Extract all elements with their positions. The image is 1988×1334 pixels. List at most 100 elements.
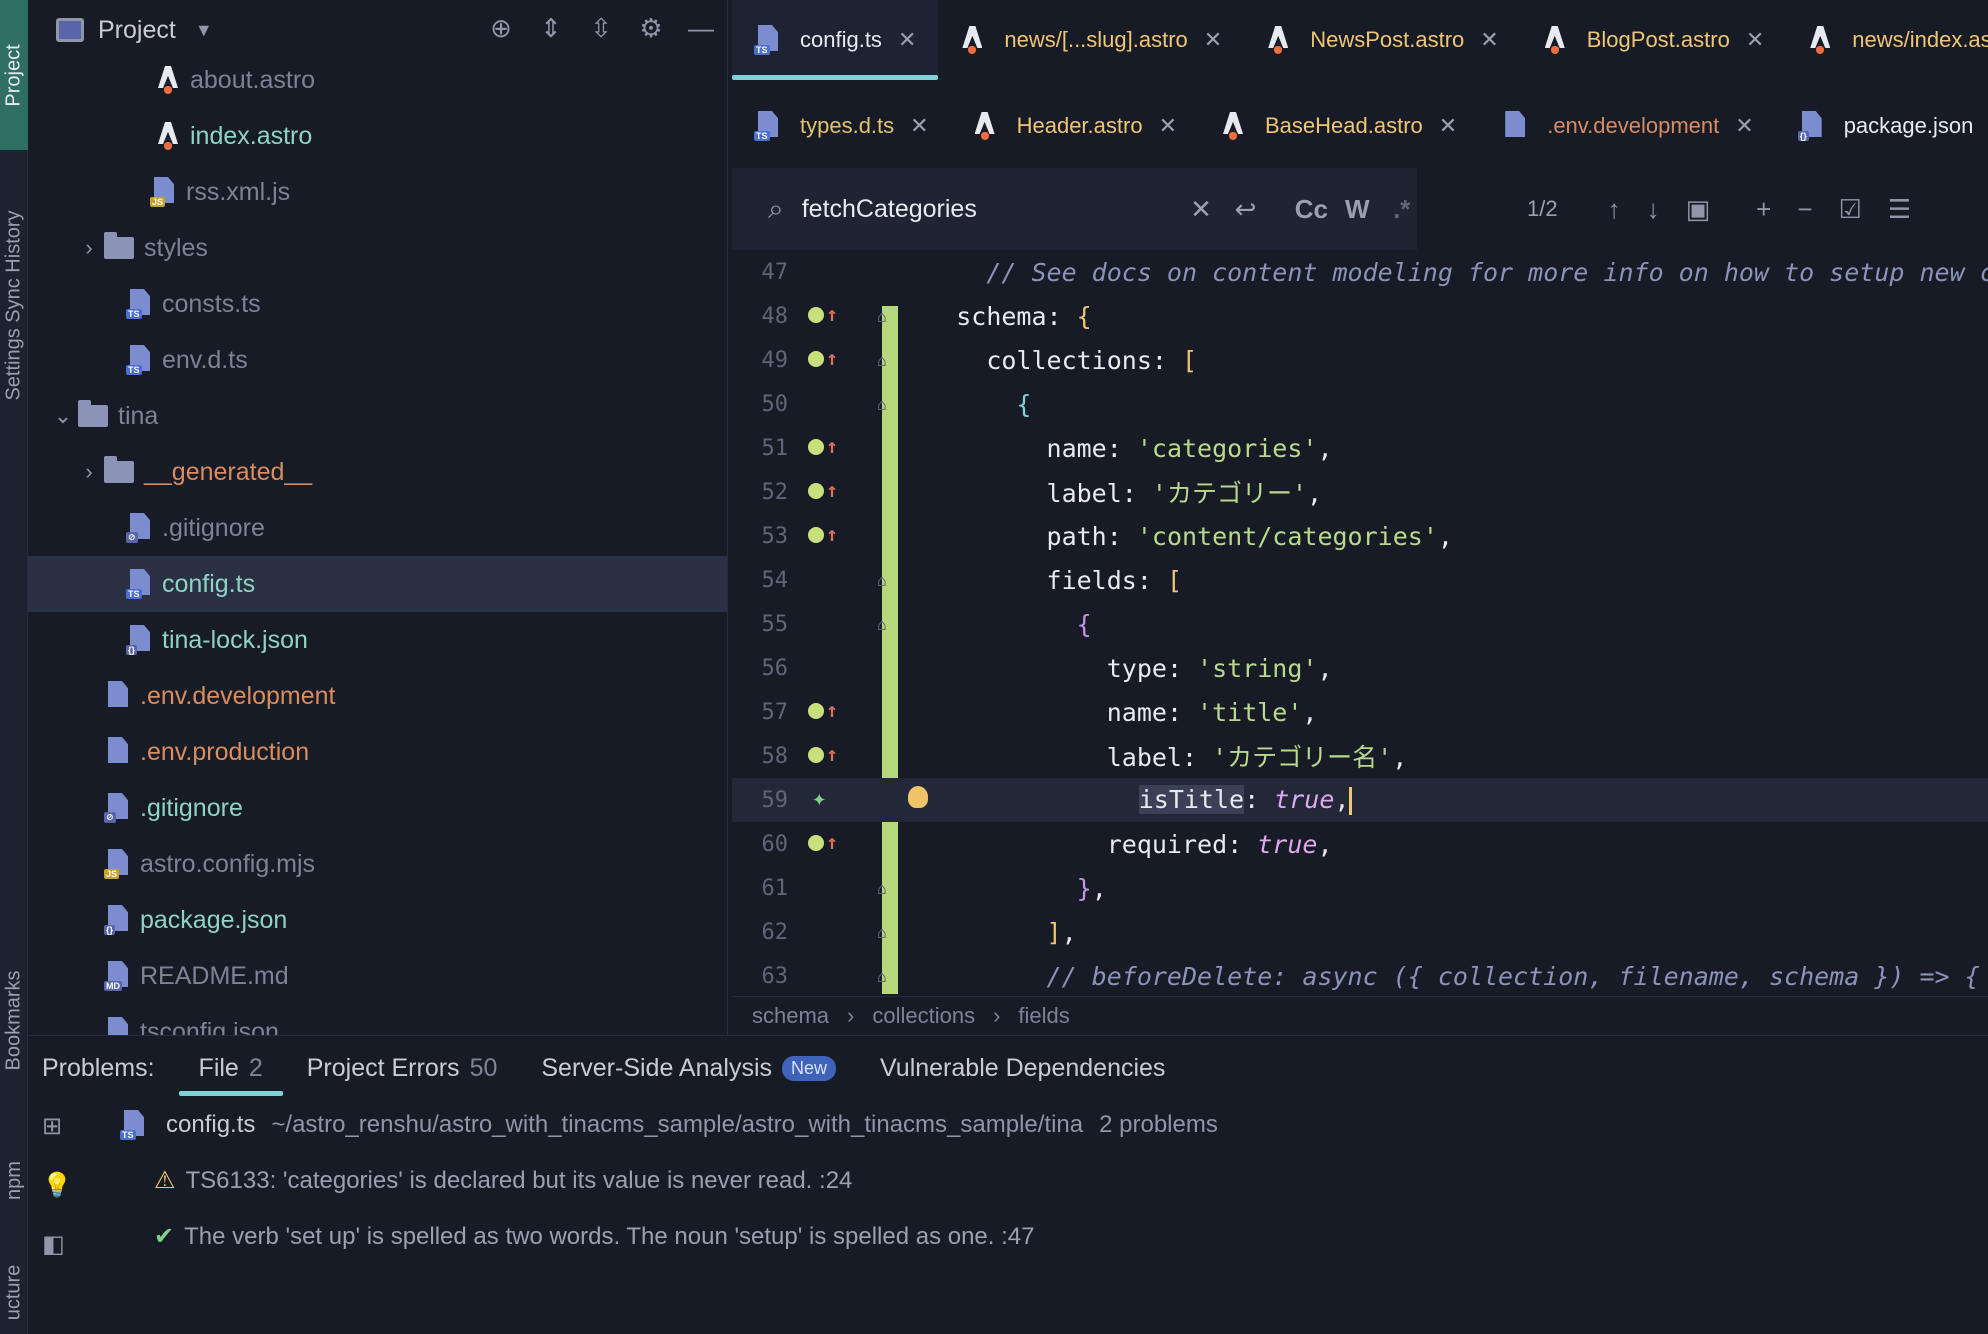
- code-line[interactable]: 51 ↑ name: 'categories',: [732, 426, 1988, 470]
- gutter[interactable]: ↑: [788, 426, 868, 470]
- chevron-right-icon[interactable]: ›: [74, 235, 104, 261]
- locate-icon[interactable]: ⊕: [487, 13, 515, 43]
- gutter[interactable]: ↑: [788, 338, 868, 382]
- fold-marker-icon[interactable]: ⌂: [868, 615, 896, 634]
- new-line-icon[interactable]: ↩: [1230, 194, 1261, 225]
- implemented-icon[interactable]: [808, 483, 824, 499]
- tab-server-side-analysis[interactable]: Server-Side Analysis New: [541, 1036, 837, 1100]
- code-line[interactable]: 48 ↑ ⌂ schema: {: [732, 294, 1988, 338]
- code-line[interactable]: 50 ⌂ {: [732, 382, 1988, 426]
- tree-item[interactable]: .env.production: [28, 724, 727, 780]
- preview-icon[interactable]: ◧: [42, 1230, 82, 1259]
- problem-file-row[interactable]: TS config.ts ~/astro_renshu/astro_with_t…: [120, 1110, 1218, 1140]
- tab-project-errors[interactable]: Project Errors 50: [307, 1036, 498, 1100]
- gutter[interactable]: [788, 866, 868, 910]
- code-line[interactable]: 53 ↑ path: 'content/categories',: [732, 514, 1988, 558]
- code-line[interactable]: 58 ↑ label: 'カテゴリー名',: [732, 734, 1988, 778]
- chevron-down-icon[interactable]: ▼: [190, 16, 218, 44]
- tree-item[interactable]: {} package.json: [28, 892, 727, 948]
- gutter[interactable]: [788, 602, 868, 646]
- code-line[interactable]: 59 ✦ isTitle: true,: [732, 778, 1988, 822]
- editor-tab[interactable]: .env.development ✕: [1479, 86, 1775, 166]
- gutter[interactable]: ↑: [788, 294, 868, 338]
- editor-tab[interactable]: {}package.json✕: [1776, 86, 1988, 166]
- editor-tab[interactable]: TS config.ts ✕: [732, 0, 939, 80]
- code-line[interactable]: 63 ⌂ // beforeDelete: async ({ collection…: [732, 954, 1988, 994]
- code-line[interactable]: 61 ⌂ },: [732, 866, 1988, 910]
- code-line[interactable]: 47 // See docs on content modeling for m…: [732, 250, 1988, 294]
- close-icon[interactable]: ✕: [1735, 113, 1753, 139]
- ai-sparkle-icon[interactable]: ✦: [812, 784, 826, 812]
- implemented-icon[interactable]: [808, 307, 824, 323]
- fold-marker-icon[interactable]: ⌂: [868, 879, 896, 898]
- code-editor[interactable]: 47 // See docs on content modeling for m…: [732, 250, 1988, 994]
- code-line[interactable]: 60 ↑ required: true,: [732, 822, 1988, 866]
- structure-tool-button[interactable]: ucture: [0, 1250, 28, 1334]
- gutter[interactable]: ↑: [788, 822, 868, 866]
- implemented-icon[interactable]: [808, 703, 824, 719]
- fold-marker-icon[interactable]: ⌂: [868, 395, 896, 414]
- implemented-icon[interactable]: [808, 747, 824, 763]
- tree-item[interactable]: index.astro: [28, 108, 727, 164]
- editor-tab[interactable]: NewsPost.astro ✕: [1244, 0, 1521, 80]
- chevron-right-icon[interactable]: ›: [74, 459, 104, 485]
- gutter[interactable]: ↑: [788, 690, 868, 734]
- breadcrumb-item[interactable]: fields: [1018, 1003, 1069, 1029]
- gutter[interactable]: [788, 250, 868, 294]
- close-icon[interactable]: ✕: [1746, 27, 1764, 53]
- fold-marker-icon[interactable]: ⌂: [868, 967, 896, 986]
- bookmarks-tool-button[interactable]: Bookmarks: [0, 940, 28, 1100]
- gutter[interactable]: [788, 910, 868, 954]
- expand-all-icon[interactable]: ⇕: [537, 13, 565, 43]
- close-icon[interactable]: ✕: [898, 27, 916, 53]
- tree-item[interactable]: › __generated__: [28, 444, 727, 500]
- tab-vulnerable-dependencies[interactable]: Vulnerable Dependencies: [880, 1036, 1165, 1100]
- tree-item[interactable]: JS astro.config.mjs: [28, 836, 727, 892]
- settings-sync-history-tool-button[interactable]: Settings Sync History: [0, 160, 28, 450]
- code-line[interactable]: 52 ↑ label: 'カテゴリー',: [732, 470, 1988, 514]
- code-line[interactable]: 62 ⌂ ],: [732, 910, 1988, 954]
- tree-item[interactable]: .env.development: [28, 668, 727, 724]
- tree-item[interactable]: about.astro: [28, 52, 727, 108]
- next-occurrence-icon[interactable]: ↓: [1647, 194, 1660, 225]
- minimize-icon[interactable]: —: [687, 13, 715, 43]
- implemented-icon[interactable]: [808, 439, 824, 455]
- tree-item[interactable]: {} tina-lock.json: [28, 612, 727, 668]
- gutter[interactable]: [788, 382, 868, 426]
- problem-item-warning[interactable]: ⚠ TS6133: 'categories' is declared but i…: [154, 1166, 852, 1195]
- code-line[interactable]: 56 type: 'string',: [732, 646, 1988, 690]
- gutter[interactable]: [788, 558, 868, 602]
- gutter[interactable]: ↑: [788, 470, 868, 514]
- collapse-all-icon[interactable]: ⇳: [587, 13, 615, 43]
- tree-item[interactable]: TS consts.ts: [28, 276, 727, 332]
- filter-icon[interactable]: ☰: [1888, 194, 1911, 225]
- tree-item[interactable]: JS rss.xml.js: [28, 164, 727, 220]
- close-icon[interactable]: ✕: [1204, 27, 1222, 53]
- project-tool-button[interactable]: Project: [0, 0, 28, 150]
- tree-item[interactable]: ⊘ .gitignore: [28, 500, 727, 556]
- tree-item[interactable]: {} tsconfig.json: [28, 1004, 727, 1035]
- code-line[interactable]: 55 ⌂ {: [732, 602, 1988, 646]
- tab-file[interactable]: File 2: [178, 1036, 284, 1100]
- npm-tool-button[interactable]: npm: [0, 1130, 28, 1230]
- gutter[interactable]: [788, 954, 868, 994]
- open-in-window-icon[interactable]: ▣: [1686, 194, 1711, 225]
- match-case-button[interactable]: Cc: [1295, 194, 1328, 225]
- fold-marker-icon[interactable]: ⌂: [868, 571, 896, 590]
- close-icon[interactable]: ✕: [1480, 27, 1498, 53]
- regex-button[interactable]: .*: [1386, 194, 1417, 225]
- previous-occurrence-icon[interactable]: ↑: [1608, 194, 1621, 225]
- close-icon[interactable]: ✕: [910, 113, 928, 139]
- gutter[interactable]: ↑: [788, 514, 868, 558]
- gear-icon[interactable]: ⚙: [637, 13, 665, 43]
- editor-tab[interactable]: news/index.astro✕: [1786, 0, 1988, 80]
- add-selection-icon[interactable]: +: [1756, 194, 1771, 225]
- close-icon[interactable]: ✕: [1159, 113, 1177, 139]
- close-icon[interactable]: ✕: [1439, 113, 1457, 139]
- code-line[interactable]: 54 ⌂ fields: [: [732, 558, 1988, 602]
- remove-selection-icon[interactable]: −: [1797, 194, 1812, 225]
- tree-item[interactable]: MD README.md: [28, 948, 727, 1004]
- tree-item[interactable]: TS config.ts: [28, 556, 727, 612]
- gutter[interactable]: ✦: [788, 778, 868, 822]
- tree-item[interactable]: ⌄ tina: [28, 388, 727, 444]
